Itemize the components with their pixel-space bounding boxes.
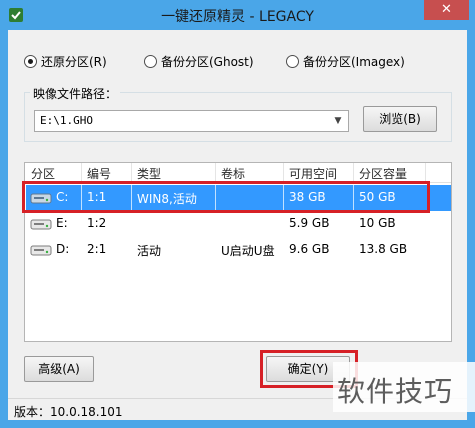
cell-capacity: 10 GB: [359, 216, 396, 230]
cell-capacity: 13.8 GB: [359, 242, 408, 256]
radio-restore[interactable]: 还原分区(R): [24, 52, 107, 70]
column-divider[interactable]: [353, 163, 354, 183]
column-header-type[interactable]: 类型: [137, 165, 161, 182]
image-path-legend: 映像文件路径：: [30, 85, 121, 102]
title-bar[interactable]: 一键还原精灵 - LEGACY ✕: [0, 0, 475, 30]
radio-backup-imagex-indicator[interactable]: [286, 54, 299, 68]
column-divider[interactable]: [283, 163, 284, 183]
cell-drive: E:: [56, 216, 68, 230]
cell-label: U启动U盘: [221, 244, 275, 258]
version-text: 版本：10.0.18.101: [14, 405, 123, 419]
drive-icon: [30, 219, 52, 230]
column-divider[interactable]: [215, 163, 216, 183]
image-path-select[interactable]: E:\1.GHO ▼: [34, 110, 349, 132]
watermark: 软件技巧: [333, 362, 475, 412]
drive-icon: [30, 245, 52, 256]
radio-restore-indicator[interactable]: [24, 54, 37, 68]
column-header-label[interactable]: 卷标: [221, 165, 245, 182]
column-divider[interactable]: [131, 163, 132, 183]
image-path-value: E:\1.GHO: [40, 114, 93, 127]
column-header-partition[interactable]: 分区: [31, 165, 55, 182]
column-header-capacity[interactable]: 分区容量: [359, 165, 407, 182]
close-button[interactable]: ✕: [424, 0, 469, 20]
column-header-number[interactable]: 编号: [87, 165, 111, 182]
window-title: 一键还原精灵 - LEGACY: [161, 9, 314, 25]
row-highlight-annotation: [22, 181, 430, 213]
radio-restore-label: 还原分区(R): [41, 54, 107, 69]
table-row[interactable]: D: 2:1 活动 U启动U盘 9.6 GB 13.8 GB: [26, 237, 451, 263]
cell-free-space: 9.6 GB: [289, 242, 330, 256]
cell-number: 2:1: [87, 242, 107, 256]
advanced-button[interactable]: 高级(A): [24, 356, 94, 382]
cell-number: 1:2: [87, 216, 107, 230]
column-divider[interactable]: [425, 163, 426, 183]
table-row[interactable]: E: 1:2 5.9 GB 10 GB: [26, 211, 451, 237]
column-header-free-space[interactable]: 可用空间: [289, 165, 337, 182]
browse-button[interactable]: 浏览(B): [363, 106, 437, 132]
radio-backup-ghost-label: 备份分区(Ghost): [161, 54, 254, 69]
chevron-down-icon[interactable]: ▼: [330, 113, 346, 129]
radio-backup-ghost-indicator[interactable]: [144, 54, 157, 68]
column-divider[interactable]: [81, 163, 82, 183]
watermark-text: 软件技巧: [337, 375, 454, 408]
close-icon: ✕: [441, 2, 452, 17]
partition-table-header: 分区 编号 类型 卷标 可用空间 分区容量: [25, 163, 451, 183]
radio-backup-imagex[interactable]: 备份分区(Imagex): [286, 52, 405, 70]
radio-backup-ghost[interactable]: 备份分区(Ghost): [144, 52, 254, 70]
cell-free-space: 5.9 GB: [289, 216, 330, 230]
cell-drive: D:: [56, 242, 70, 256]
cell-type: 活动: [137, 244, 162, 258]
radio-backup-imagex-label: 备份分区(Imagex): [303, 54, 405, 69]
